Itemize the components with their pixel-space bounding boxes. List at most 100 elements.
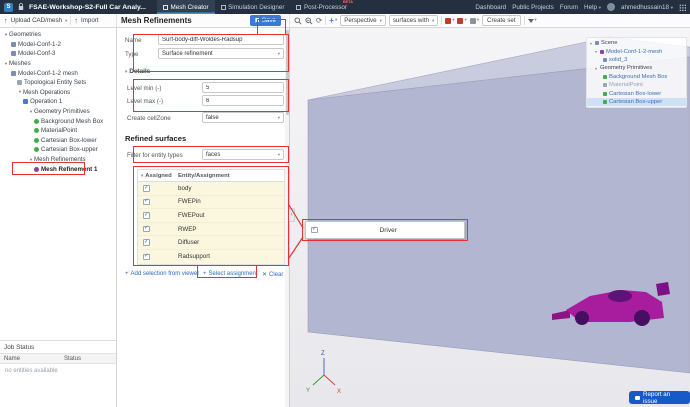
scene-item-geometry-primitives[interactable]: ▾Geometry Primitives — [587, 64, 686, 72]
nav-dashboard[interactable]: Dashboard — [475, 4, 506, 11]
checkbox[interactable]: ✓ — [143, 212, 150, 219]
level-max-label: Level max (-) — [127, 98, 163, 105]
job-status-header: Name Status — [0, 353, 116, 364]
select-assignment-button[interactable]: +Select assignment — [203, 271, 258, 277]
entity-sets-icon — [17, 80, 22, 85]
driver-assignment-tooltip[interactable]: ✓ Driver — [305, 221, 465, 239]
create-set-button[interactable]: Create set — [482, 15, 521, 26]
caret-down-icon: ▾ — [432, 18, 434, 24]
panel-collapse-handle[interactable]: ‹ — [289, 208, 295, 222]
apps-grid-icon[interactable] — [679, 4, 686, 11]
caret-down-icon: ▾ — [65, 18, 67, 24]
sidebar-item-topological-entity-sets[interactable]: Topological Entity Sets — [0, 78, 116, 88]
checkbox[interactable]: ✓ — [143, 185, 150, 192]
details-section-toggle[interactable]: ▾Details — [125, 68, 150, 75]
clear-button[interactable]: ✕Clear — [262, 271, 283, 278]
app-root: S FSAE-Workshop-S2-Full Car Analy... Mes… — [0, 0, 690, 407]
save-button[interactable]: Save — [250, 15, 281, 26]
cellzone-select[interactable]: false▾ — [202, 112, 284, 123]
caret-down-icon: ▾ — [125, 69, 127, 75]
nav-help[interactable]: Help ▾ — [584, 4, 601, 11]
mesh-color-button[interactable]: ▾ — [457, 18, 466, 24]
brand-logo-icon[interactable]: S — [4, 3, 13, 12]
name-input[interactable] — [158, 34, 284, 45]
add-geometry-primitive-button[interactable]: +▾ — [329, 17, 337, 25]
panel-scrollbar-thumb[interactable] — [286, 30, 289, 115]
upload-cad-button[interactable]: Upload CAD/mesh — [11, 17, 62, 24]
entity-name: Radsupport — [178, 253, 210, 260]
tree-label: Cartesian Box-upper — [41, 146, 98, 153]
scene-item-cartesian-box-upper[interactable]: Cartesian Box-upper — [587, 98, 686, 106]
sidebar-item-geometries[interactable]: ▾Geometries — [0, 30, 116, 40]
sidebar-item-model-conf-3[interactable]: Model-Conf-3 — [0, 49, 116, 59]
refresh-icon[interactable]: ⟳ — [316, 17, 322, 25]
scene-item-materialpoint[interactable]: MaterialPoint — [587, 81, 686, 89]
surfaces-with-select[interactable]: surfaces with▾ — [389, 15, 438, 26]
sidebar-item-geometry-primitives[interactable]: ▾Geometry Primitives — [0, 107, 116, 117]
assignment-table: ▾Assigned Entity/Assignment ✓body ✓FWEPi… — [137, 169, 285, 265]
mesh-quality-button[interactable]: ▾ — [470, 18, 479, 24]
solid-icon — [603, 58, 607, 62]
tree-label: Model-Conf-1-2 mesh — [18, 70, 78, 77]
scene-item-background-mesh-box[interactable]: Background Mesh Box — [587, 73, 686, 81]
mesh-refinement-panel: Name Type Surface refinement▾ ▾Details L… — [117, 28, 290, 407]
tab-simulation-designer[interactable]: Simulation Designer — [215, 0, 291, 14]
name-label: Name — [125, 37, 142, 44]
table-row[interactable]: ✓Diffuser — [138, 236, 284, 250]
import-button[interactable]: Import — [81, 17, 99, 24]
checkbox[interactable]: ✓ — [143, 254, 150, 261]
report-issue-button[interactable]: Report an issue — [629, 391, 690, 404]
sidebar-item-cartesian-box-lower[interactable]: Cartesian Box-lower — [0, 136, 116, 146]
perspective-select[interactable]: Perspective▾ — [340, 15, 386, 26]
user-avatar[interactable] — [607, 3, 615, 11]
checkbox[interactable]: ✓ — [143, 226, 150, 233]
level-max-input[interactable] — [202, 95, 284, 106]
sidebar-item-mesh-operations[interactable]: ▾Mesh Operations — [0, 88, 116, 98]
upload-icon: ↑ — [4, 17, 8, 25]
paint-icon — [445, 18, 451, 24]
project-title[interactable]: FSAE-Workshop-S2-Full Car Analy... — [29, 4, 146, 11]
caret-down-icon[interactable]: ▾ — [141, 173, 143, 179]
table-row[interactable]: ✓FWEPout — [138, 209, 284, 223]
tree-label: Mesh Refinement 1 — [41, 166, 97, 173]
zoom-extents-icon[interactable] — [305, 17, 313, 25]
type-select[interactable]: Surface refinement▾ — [158, 48, 284, 59]
sidebar-item-model-conf-1-2[interactable]: Model-Conf-1-2 — [0, 40, 116, 50]
primitive-icon — [34, 119, 39, 124]
scene-item-mesh[interactable]: ▾Model-Conf-1-2-mesh — [587, 47, 686, 55]
nav-public-projects[interactable]: Public Projects — [512, 4, 554, 11]
tree-label: Model-Conf-1-2 — [18, 41, 61, 48]
table-row[interactable]: ✓body — [138, 182, 284, 196]
table-row[interactable]: ✓ Radsupport — [138, 250, 284, 264]
primitive-icon — [603, 75, 607, 79]
tab-post-processor[interactable]: BETA Post-Processor — [290, 0, 353, 14]
zoom-box-icon[interactable] — [294, 17, 302, 25]
tab-mesh-creator[interactable]: Mesh Creator — [157, 0, 215, 14]
level-min-input[interactable] — [202, 82, 284, 93]
filter-entity-types-select[interactable]: faces▾ — [202, 149, 284, 160]
tab-label: Mesh Creator — [170, 4, 208, 11]
divider — [524, 16, 525, 25]
sidebar-item-model-conf-1-2-mesh[interactable]: Model-Conf-1-2 mesh — [0, 68, 116, 78]
sidebar-item-mesh-refinements[interactable]: ▾Mesh Refinements — [0, 155, 116, 165]
scene-item-solid[interactable]: solid_3 — [587, 56, 686, 64]
table-row[interactable]: ✓RWEP — [138, 223, 284, 237]
sidebar-item-mesh-refinement-1[interactable]: Mesh Refinement 1 — [0, 164, 116, 174]
surface-color-button[interactable]: ▾ — [445, 18, 454, 24]
scene-item-cartesian-box-lower[interactable]: Cartesian Box-lower — [587, 89, 686, 97]
nav-forum[interactable]: Forum — [560, 4, 578, 11]
primitive-icon — [34, 147, 39, 152]
sidebar-item-materialpoint[interactable]: MaterialPoint — [0, 126, 116, 136]
filter-button[interactable]: ▾ — [528, 18, 537, 23]
job-status-title: Job Status — [0, 341, 116, 353]
sidebar-item-background-mesh-box[interactable]: Background Mesh Box — [0, 116, 116, 126]
table-row[interactable]: ✓FWEPin — [138, 196, 284, 210]
checkbox[interactable]: ✓ — [143, 239, 150, 246]
sidebar-item-cartesian-box-upper[interactable]: Cartesian Box-upper — [0, 145, 116, 155]
scene-item-scene[interactable]: ▾Scene — [587, 39, 686, 47]
sidebar-item-meshes[interactable]: ▾Meshes — [0, 59, 116, 69]
add-selection-from-viewer-button[interactable]: +Add selection from viewer — [125, 271, 199, 277]
checkbox[interactable]: ✓ — [143, 199, 150, 206]
user-menu[interactable]: ahmedhussain18 ▾ — [621, 4, 673, 11]
sidebar-item-operation-1[interactable]: Operation 1 — [0, 97, 116, 107]
